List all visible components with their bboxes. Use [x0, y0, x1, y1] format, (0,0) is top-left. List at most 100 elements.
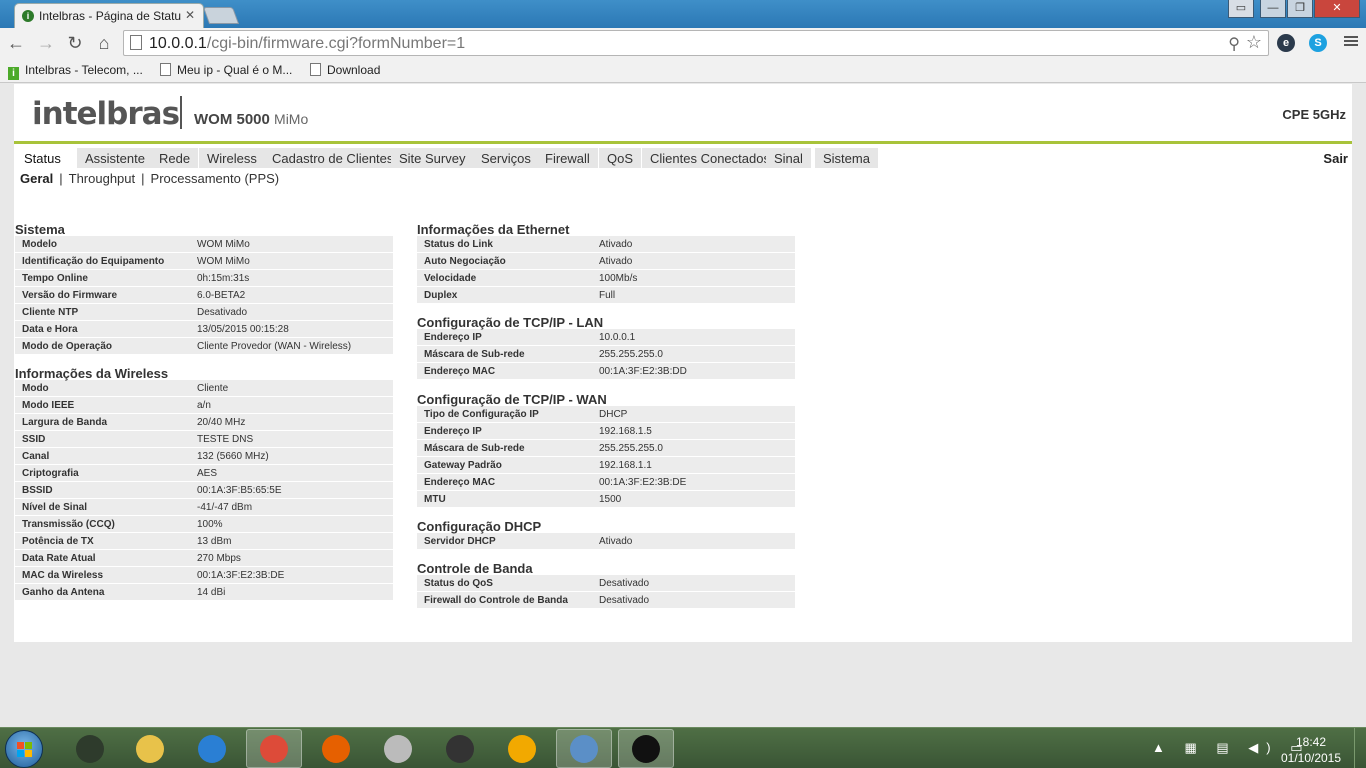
windows-taskbar: ▲ ▦ ▤ ◀) ▭ 18:42 01/10/2015 — [0, 727, 1366, 768]
minimize-button[interactable]: — — [1260, 0, 1286, 18]
bookmark-intelbras[interactable]: i Intelbras - Telecom, ... — [8, 63, 143, 80]
info-label: Largura de Banda — [22, 416, 108, 428]
taskbar-app-chrome[interactable] — [246, 729, 302, 768]
profile-icon[interactable]: ▭ — [1228, 0, 1254, 18]
info-row: Data e Hora 13/05/2015 00:15:28 — [15, 321, 393, 338]
info-label: Status do QoS — [424, 577, 493, 589]
close-window-button[interactable]: ✕ — [1314, 0, 1360, 18]
submenu-throughput[interactable]: Throughput — [69, 171, 136, 186]
taskbar-app-intelbras-camera[interactable] — [432, 729, 488, 768]
home-icon[interactable]: ⌂ — [93, 32, 115, 54]
reload-icon[interactable]: ↻ — [64, 32, 86, 54]
info-label: Endereço MAC — [424, 365, 496, 377]
address-bar[interactable]: 10.0.0.1/cgi-bin/firmware.cgi?formNumber… — [123, 30, 1269, 56]
section-ethernet: Informações da Ethernet Status do Link At… — [417, 220, 795, 304]
info-label: BSSID — [22, 484, 53, 496]
submenu-processamento[interactable]: Processamento (PPS) — [151, 171, 280, 186]
menu-item-rede[interactable]: Rede — [151, 148, 201, 168]
menu-item-wireless[interactable]: Wireless — [199, 148, 267, 168]
windows-logo-icon — [17, 742, 24, 749]
menu-item-clientes-conectados[interactable]: Clientes Conectados — [642, 148, 780, 168]
taskbar-app-firefox[interactable] — [308, 729, 364, 768]
taskbar-app-file-explorer[interactable] — [122, 729, 178, 768]
info-label: Tipo de Configuração IP — [424, 408, 539, 420]
bookmarks-bar: i Intelbras - Telecom, ... Meu ip - Qual … — [0, 59, 1366, 83]
content-panel: intelbras WOM 5000 MiMo CPE 5GHz Status … — [14, 84, 1352, 642]
intelbras-logo: intelbras — [32, 96, 180, 132]
info-row: Duplex Full — [417, 287, 795, 304]
taskbar-app-internet-explorer[interactable] — [184, 729, 240, 768]
submenu-separator: | — [59, 171, 63, 186]
menu-item-assistente[interactable]: Assistente — [77, 148, 155, 168]
menu-item-sinal[interactable]: Sinal — [766, 148, 813, 168]
info-row: Canal 132 (5660 MHz) — [15, 448, 393, 465]
menu-item-cadastro-clientes[interactable]: Cadastro de Clientes — [264, 148, 404, 168]
info-label: Identificação do Equipamento — [22, 255, 165, 267]
maximize-button[interactable]: ❐ — [1287, 0, 1313, 18]
info-label: Modo IEEE — [22, 399, 75, 411]
info-value: Cliente — [197, 382, 229, 394]
skype-icon[interactable]: S — [1309, 34, 1327, 52]
bookmark-download[interactable]: Download — [310, 63, 380, 77]
info-row: Velocidade 100Mb/s — [417, 270, 795, 287]
bookmark-meu-ip[interactable]: Meu ip - Qual é o M... — [160, 63, 292, 77]
taskbar-app-command-prompt[interactable] — [618, 729, 674, 768]
submenu-geral[interactable]: Geral — [20, 171, 53, 186]
product-model: WOM 5000 — [194, 111, 270, 128]
info-label: Ganho da Antena — [22, 586, 105, 598]
forward-arrow-icon[interactable]: → — [35, 32, 57, 54]
internet-explorer-icon — [198, 734, 226, 763]
menu-item-firewall[interactable]: Firewall — [537, 148, 600, 168]
section-wireless: Informações da Wireless Modo Cliente Modo … — [15, 364, 393, 601]
clock-date: 01/10/2015 — [1280, 751, 1342, 765]
section-title: Sistema — [15, 222, 65, 237]
new-tab-button[interactable] — [202, 7, 240, 24]
info-value: Ativado — [599, 238, 633, 250]
menu-item-site-survey[interactable]: Site Survey — [391, 148, 476, 168]
info-row: Gateway Padrão 192.168.1.1 — [417, 457, 795, 474]
taskbar-app-mpc-hc[interactable] — [62, 729, 118, 768]
taskbar-app-network-config[interactable] — [556, 729, 612, 768]
logout-link[interactable]: Sair — [1323, 151, 1348, 166]
submenu: Geral | Throughput | Processamento (PPS) — [20, 171, 279, 186]
menu-item-status[interactable]: Status — [16, 148, 71, 168]
info-value: 13/05/2015 00:15:28 — [197, 323, 289, 335]
bookmark-star-icon[interactable]: ☆ — [1246, 32, 1262, 53]
zoom-icon[interactable]: ⚲ — [1228, 34, 1240, 54]
network-config-icon — [570, 734, 598, 763]
menu-item-sistema[interactable]: Sistema — [815, 148, 880, 168]
info-label: Cliente NTP — [22, 306, 79, 318]
menu-item-qos[interactable]: QoS — [599, 148, 644, 168]
start-button[interactable] — [5, 730, 43, 768]
info-row: Tempo Online 0h:15m:31s — [15, 270, 393, 287]
mpc-hc-icon — [76, 734, 104, 763]
info-value: 10.0.0.1 — [599, 331, 636, 343]
info-row: Modo de Operação Cliente Provedor (WAN - … — [15, 338, 393, 355]
url-text[interactable]: 10.0.0.1/cgi-bin/firmware.cgi?formNumber… — [149, 35, 465, 53]
browser-tab[interactable]: i Intelbras - Página de Statu ✕ — [14, 3, 204, 28]
show-desktop-button[interactable] — [1354, 728, 1366, 768]
back-arrow-icon[interactable]: ← — [5, 32, 27, 54]
info-value: WOM MiMo — [197, 255, 250, 267]
info-label: Versão do Firmware — [22, 289, 118, 301]
info-label: Modo de Operação — [22, 340, 113, 352]
info-label: Auto Negociação — [424, 255, 506, 267]
info-row: Status do Link Ativado — [417, 236, 795, 253]
taskbar-app-audacity[interactable] — [494, 729, 550, 768]
info-value: 255.255.255.0 — [599, 442, 663, 454]
info-value: 0h:15m:31s — [197, 272, 250, 284]
tab-close-icon[interactable]: ✕ — [185, 8, 195, 22]
info-row: Potência de TX 13 dBm — [15, 533, 393, 550]
info-label: Tempo Online — [22, 272, 88, 284]
info-label: Modelo — [22, 238, 57, 250]
info-row: Máscara de Sub-rede 255.255.255.0 — [417, 346, 795, 363]
info-label: MAC da Wireless — [22, 569, 104, 581]
extension-icon[interactable]: e — [1277, 34, 1295, 52]
menu-item-servicos[interactable]: Serviços — [473, 148, 541, 168]
info-row: Endereço MAC 00:1A:3F:E2:3B:DD — [417, 363, 795, 380]
taskbar-app-security-camera[interactable] — [370, 729, 426, 768]
info-value: AES — [197, 467, 218, 479]
taskbar-clock[interactable]: 18:42 01/10/2015 — [1278, 734, 1344, 766]
chrome-menu-icon[interactable] — [1344, 34, 1358, 50]
section-title: Controle de Banda — [417, 561, 533, 576]
